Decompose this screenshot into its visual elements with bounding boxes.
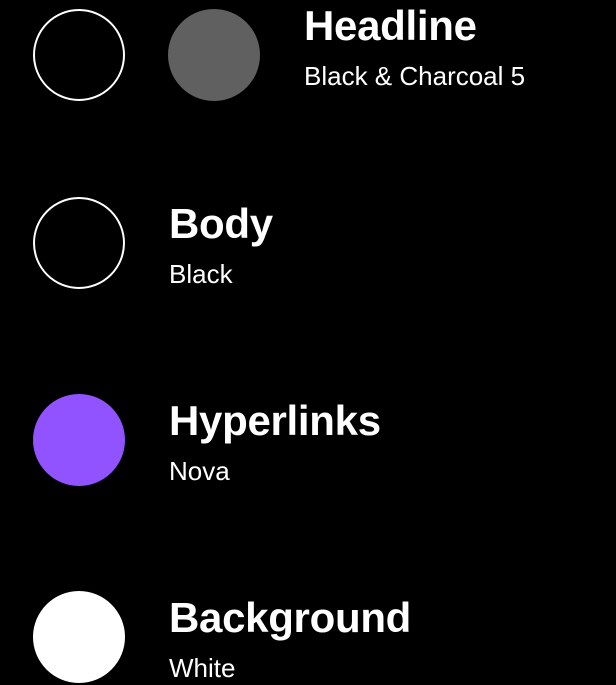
hyperlinks-title: Hyperlinks xyxy=(169,397,381,444)
body-title: Body xyxy=(169,200,273,247)
headline-label-group: Headline Black & Charcoal 5 xyxy=(304,2,526,91)
headline-subtitle: Black & Charcoal 5 xyxy=(304,61,526,91)
charcoal-5-swatch xyxy=(168,9,260,101)
black-swatch xyxy=(33,9,125,101)
hyperlinks-label-group: Hyperlinks Nova xyxy=(169,397,381,486)
white-swatch xyxy=(33,591,125,683)
body-subtitle: Black xyxy=(169,259,233,289)
headline-title: Headline xyxy=(304,2,477,49)
hyperlinks-subtitle: Nova xyxy=(169,456,230,486)
background-subtitle: White xyxy=(169,653,236,683)
body-label-group: Body Black xyxy=(169,200,273,289)
background-label-group: Background White xyxy=(169,594,412,683)
black-swatch xyxy=(33,197,125,289)
color-usage-legend: { "rows": [ { "title": "Headline", "subt… xyxy=(0,0,616,685)
nova-swatch xyxy=(33,394,125,486)
background-title: Background xyxy=(169,594,412,641)
